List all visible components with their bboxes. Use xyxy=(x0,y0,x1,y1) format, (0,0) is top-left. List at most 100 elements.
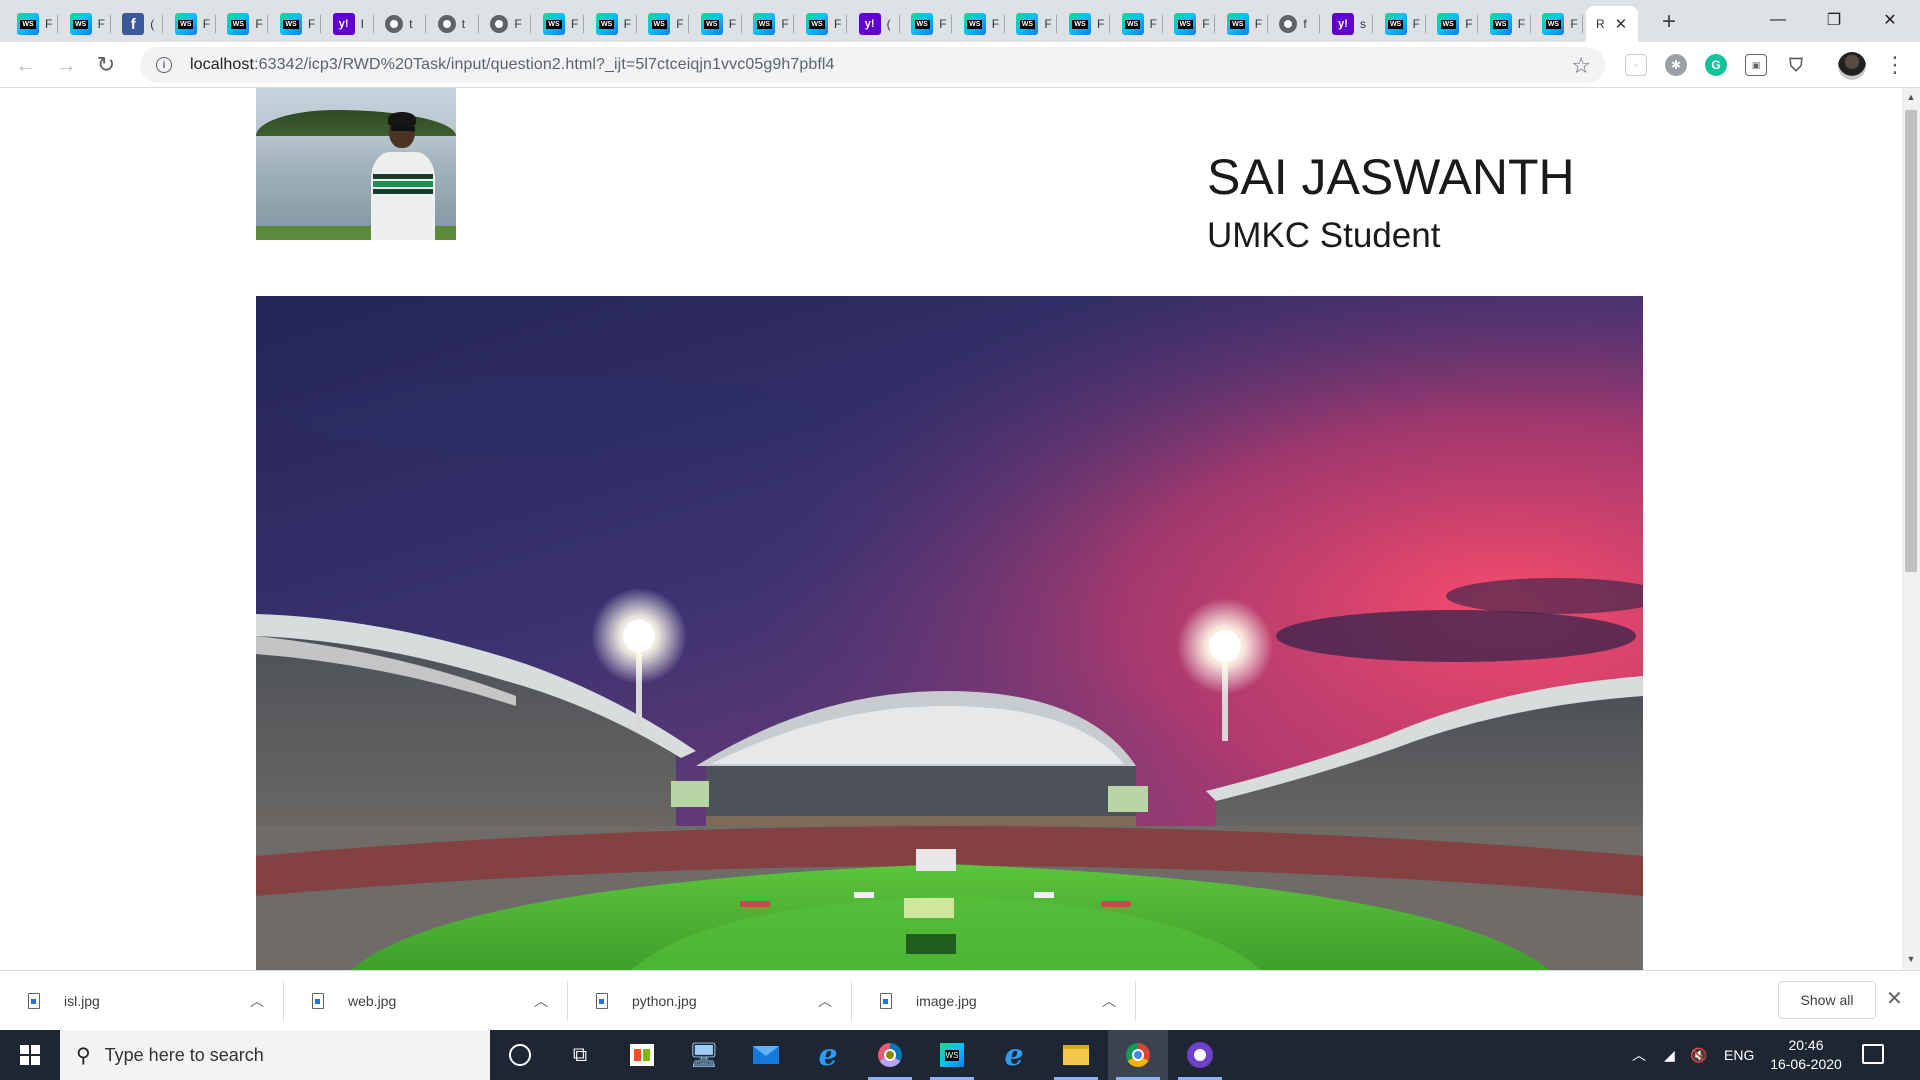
browser-tab[interactable]: f xyxy=(1270,6,1321,42)
browser-tab[interactable]: t xyxy=(376,6,427,42)
network-icon[interactable]: ◢ xyxy=(1664,1030,1675,1080)
download-item[interactable]: python.jpg ︿ xyxy=(568,971,852,1031)
tray-overflow-icon[interactable]: ︿ xyxy=(1632,1030,1646,1080)
chrome-button[interactable] xyxy=(1108,1030,1168,1080)
mail-button[interactable] xyxy=(736,1030,796,1080)
browser-tab[interactable]: F xyxy=(1007,6,1058,42)
store-button[interactable] xyxy=(612,1030,672,1080)
taskbar-search[interactable]: ⚲ Type here to search xyxy=(60,1030,490,1080)
chrome-menu-icon[interactable]: ⋮ xyxy=(1884,52,1906,78)
webstorm-icon xyxy=(648,13,671,35)
webstorm-icon xyxy=(1437,13,1460,35)
browser-tab[interactable]: F xyxy=(61,6,111,42)
close-shelf-icon[interactable]: ✕ xyxy=(1886,986,1903,1011)
browser-tab[interactable]: F xyxy=(1060,6,1110,42)
profile-avatar[interactable] xyxy=(1838,52,1866,80)
tab-strip: FFf(FFFy!IttFFFFFFFy!(FFFFFFFfy!sFFFF R … xyxy=(0,0,1920,42)
start-button[interactable] xyxy=(0,1030,60,1080)
page-scrollbar[interactable]: ▲ ▼ xyxy=(1902,88,1920,970)
remote-desktop-button[interactable]: 🖥 xyxy=(674,1030,734,1080)
minimize-button[interactable]: — xyxy=(1750,0,1806,40)
browser-tab[interactable]: F xyxy=(1481,6,1531,42)
download-item[interactable]: isl.jpg ︿ xyxy=(0,971,284,1031)
ie-button[interactable]: e xyxy=(984,1030,1044,1080)
webstorm-button[interactable] xyxy=(922,1030,982,1080)
url-text[interactable]: localhost:63342/icp3/RWD%20Task/input/qu… xyxy=(190,56,835,74)
grammarly-icon[interactable]: G xyxy=(1705,54,1727,76)
browser-tab[interactable]: F xyxy=(218,6,269,42)
browser-tab[interactable]: F xyxy=(902,6,953,42)
volume-muted-icon[interactable]: 🔇 xyxy=(1690,1030,1707,1080)
page-subtitle: UMKC Student xyxy=(1207,216,1441,255)
browser-tab[interactable]: F xyxy=(692,6,742,42)
new-tab-button[interactable]: + xyxy=(1655,8,1683,36)
close-window-button[interactable]: ✕ xyxy=(1862,0,1918,40)
browser-tab[interactable]: F xyxy=(1165,6,1216,42)
download-item[interactable]: web.jpg ︿ xyxy=(284,971,568,1031)
reload-icon: ↻ xyxy=(96,52,116,77)
browser-tab[interactable]: y! ( xyxy=(850,6,900,42)
language-indicator[interactable]: ENG xyxy=(1724,1030,1754,1080)
chevron-up-icon[interactable]: ︿ xyxy=(818,991,832,1011)
bookmark-star-icon[interactable]: ☆ xyxy=(1571,53,1591,79)
browser-tab[interactable]: F xyxy=(1428,6,1479,42)
file-explorer-button[interactable] xyxy=(1046,1030,1106,1080)
chrome-icon xyxy=(1126,1043,1150,1067)
browser-tab[interactable]: y! s xyxy=(1323,6,1373,42)
browser-tab[interactable]: F xyxy=(744,6,795,42)
forward-button[interactable]: → xyxy=(52,51,80,79)
reload-button[interactable]: ↻ xyxy=(92,51,120,79)
scroll-up-icon[interactable]: ▲ xyxy=(1902,92,1920,102)
browser-tab[interactable]: F xyxy=(587,6,637,42)
close-tab-icon[interactable]: ✕ xyxy=(1615,15,1628,33)
browser-tab[interactable]: F xyxy=(1376,6,1426,42)
browser-tab[interactable]: F xyxy=(271,6,321,42)
browser-tab[interactable]: F xyxy=(166,6,216,42)
cortana-button[interactable] xyxy=(490,1030,550,1080)
browser-tab[interactable]: F xyxy=(1113,6,1163,42)
browser-tab[interactable]: y! I xyxy=(324,6,374,42)
shield-icon[interactable]: ⛉ xyxy=(1785,54,1807,76)
browser-tab[interactable]: f( xyxy=(113,6,164,42)
back-button[interactable]: ← xyxy=(12,51,40,79)
browser-tab[interactable]: F xyxy=(955,6,1005,42)
monitor-icon: 🖥 xyxy=(688,1041,720,1069)
address-bar[interactable]: i localhost:63342/icp3/RWD%20Task/input/… xyxy=(140,47,1605,83)
active-tab[interactable]: R ✕ xyxy=(1586,6,1638,42)
tab-title: F xyxy=(202,17,211,31)
tab-title: F xyxy=(991,17,1000,31)
tab-title: F xyxy=(1570,17,1578,31)
scroll-down-icon[interactable]: ▼ xyxy=(1902,954,1920,964)
show-all-button[interactable]: Show all xyxy=(1778,981,1876,1019)
extension-globe-icon[interactable]: ✱ xyxy=(1665,54,1687,76)
edge-button[interactable]: e xyxy=(798,1030,858,1080)
browser-tab[interactable]: F xyxy=(1218,6,1268,42)
tab-title: F xyxy=(834,17,842,31)
extension-box-icon[interactable]: ▣ xyxy=(1745,54,1767,76)
chevron-up-icon[interactable]: ︿ xyxy=(1102,991,1116,1011)
info-icon[interactable]: i xyxy=(156,57,172,73)
browser-tab[interactable]: t xyxy=(429,6,479,42)
restore-button[interactable]: ❐ xyxy=(1806,0,1862,40)
browser-tab[interactable]: F xyxy=(534,6,584,42)
scrollbar-thumb[interactable] xyxy=(1905,110,1917,572)
extension-page-icon[interactable]: ▫ xyxy=(1625,54,1647,76)
webstorm-icon xyxy=(1489,13,1512,35)
github-desktop-button[interactable] xyxy=(1170,1030,1230,1080)
notification-icon[interactable] xyxy=(1862,1044,1884,1064)
download-item[interactable]: image.jpg ︿ xyxy=(852,971,1136,1031)
browser-tab[interactable]: F xyxy=(1533,6,1584,42)
browser-tab[interactable]: F xyxy=(481,6,532,42)
store-icon xyxy=(630,1044,654,1066)
browser-tab[interactable]: F xyxy=(8,6,58,42)
chromium-button[interactable] xyxy=(860,1030,920,1080)
browser-tab[interactable]: F xyxy=(639,6,690,42)
webstorm-icon xyxy=(806,13,828,35)
task-view-button[interactable]: ⧉ xyxy=(550,1030,610,1080)
chevron-up-icon[interactable]: ︿ xyxy=(250,991,264,1011)
clock[interactable]: 20:46 16-06-2020 xyxy=(1766,1036,1846,1074)
chevron-up-icon[interactable]: ︿ xyxy=(534,991,548,1011)
search-icon: ⚲ xyxy=(76,1044,91,1067)
tab-title: F xyxy=(97,17,105,31)
browser-tab[interactable]: F xyxy=(797,6,847,42)
